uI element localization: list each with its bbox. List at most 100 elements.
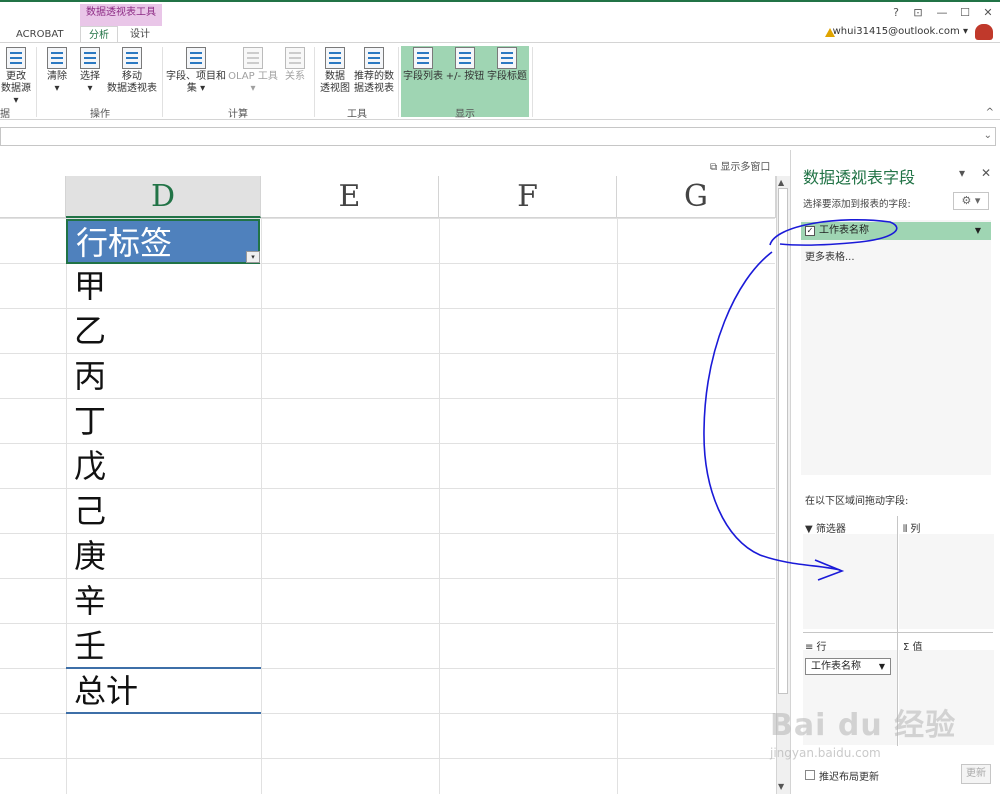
columns-label: ⫴ 列 — [903, 524, 921, 535]
fields-items-sets-button[interactable]: 字段、项目和 集 ▾ — [166, 47, 226, 95]
change-data-source-button[interactable]: 更改 数据源 ▾ — [0, 47, 32, 107]
gear-icon[interactable]: ⚙ ▾ — [953, 192, 989, 210]
column-header-e[interactable]: E — [261, 176, 439, 218]
avatar[interactable] — [975, 24, 993, 40]
ribbon-display-button[interactable]: ⊡ — [908, 6, 928, 19]
expand-formula-icon[interactable]: ⌄ — [984, 130, 992, 141]
pivot-item-cell[interactable]: 庚 — [66, 534, 260, 579]
column-header-g[interactable]: G — [617, 176, 776, 218]
pivot-item-cell[interactable]: 戊 — [66, 444, 260, 489]
pivot-item-cell[interactable]: 丁 — [66, 399, 260, 444]
worksheet-grid[interactable]: ⧉ 显示多窗口 D E F G 行标签 ▾ 甲 乙 丙 丁 戊 己 庚 辛 壬 … — [0, 154, 790, 794]
pivot-item-cell[interactable]: 己 — [66, 489, 260, 534]
move-pivot-button[interactable]: 移动 数据透视表 — [106, 47, 158, 95]
group-label-show: 显示 — [455, 109, 475, 120]
total-underline — [66, 712, 261, 714]
group-label-actions: 操作 — [90, 109, 110, 120]
group-label-tools: 工具 — [347, 109, 367, 120]
minimize-button[interactable]: — — [932, 6, 952, 19]
pivot-row-labels-cell[interactable]: 行标签 — [66, 219, 260, 264]
row-chip-label: 工作表名称 — [811, 661, 861, 672]
select-button[interactable]: 选择 ▾ — [76, 47, 104, 95]
pane-subtitle: 选择要添加到报表的字段: — [803, 199, 911, 210]
drag-fields-title: 在以下区域间拖动字段: — [805, 496, 909, 507]
row-labels-filter-icon[interactable]: ▾ — [246, 251, 260, 263]
update-button[interactable]: 更新 — [961, 764, 991, 784]
grid-row-line — [0, 758, 775, 759]
close-button[interactable]: ✕ — [978, 6, 998, 19]
olap-icon — [243, 47, 263, 69]
relationships-button[interactable]: 关系 — [280, 47, 310, 83]
field-headers-button[interactable]: 字段标题 — [486, 47, 528, 83]
group-label-calculations: 计算 — [228, 109, 248, 120]
recommended-pivot-button[interactable]: 推荐的数 据透视表 — [352, 47, 396, 95]
pivot-tools-context-label: 数据透视表工具 — [80, 4, 162, 22]
plus-minus-buttons-button[interactable]: +/- 按钮 — [444, 47, 486, 83]
ribbon: 更改 数据源 ▾ 据 清除 ▾ 选择 ▾ 移动 数据透视表 操作 字段、项目和 … — [0, 42, 1000, 120]
show-multiple-windows-button[interactable]: ⧉ 显示多窗口 — [710, 158, 770, 173]
row-field-chip[interactable]: 工作表名称 ▼ — [805, 658, 891, 675]
grid-column-line — [617, 218, 618, 794]
field-headers-icon — [497, 47, 517, 69]
formula-fx-icon — [186, 47, 206, 69]
pane-options-icon[interactable]: ▾ — [959, 166, 965, 180]
move-icon — [122, 47, 142, 69]
chevron-down-icon[interactable]: ▼ — [879, 659, 885, 674]
olap-tools-button[interactable]: OLAP 工具 ▾ — [228, 47, 278, 95]
field-dropdown-icon[interactable]: ▼ — [975, 222, 981, 240]
column-header-c[interactable] — [0, 176, 66, 218]
column-header-f[interactable]: F — [439, 176, 617, 218]
group-separator — [314, 47, 315, 117]
pivot-item-cell[interactable]: 乙 — [66, 309, 260, 354]
field-list-icon — [413, 47, 433, 69]
scroll-up-icon[interactable]: ▲ — [778, 178, 784, 187]
pivot-item-cell[interactable]: 甲 — [66, 264, 260, 309]
more-tables-link[interactable]: 更多表格... — [805, 248, 855, 263]
area-divider — [803, 632, 993, 633]
group-separator — [398, 47, 399, 117]
account-name[interactable]: whui31415@outlook.com ▾ — [833, 26, 968, 37]
plus-minus-icon — [455, 47, 475, 69]
columns-area[interactable] — [899, 534, 994, 629]
filters-area[interactable] — [803, 534, 898, 629]
pane-title: 数据透视表字段 — [803, 168, 916, 187]
values-label: Σ 值 — [903, 642, 923, 653]
help-button[interactable]: ? — [886, 6, 906, 19]
scroll-down-icon[interactable]: ▼ — [778, 782, 784, 791]
group-separator — [36, 47, 37, 117]
field-list-button[interactable]: 字段列表 — [402, 47, 444, 83]
scrollbar-thumb[interactable] — [778, 188, 788, 694]
chart-icon — [325, 47, 345, 69]
group-label-data: 据 — [0, 109, 10, 120]
pivot-chart-button[interactable]: 数据 透视图 — [318, 47, 352, 95]
close-icon[interactable]: ✕ — [981, 166, 991, 180]
field-checkbox[interactable]: ✓ — [805, 226, 815, 236]
rows-label: ≡ 行 — [805, 642, 827, 653]
eraser-icon — [47, 47, 67, 69]
defer-update-checkbox[interactable] — [805, 770, 815, 780]
field-label: 工作表名称 — [819, 225, 869, 236]
formula-bar: ⌄ — [0, 126, 1000, 148]
defer-update-label: 推迟布局更新 — [819, 772, 879, 783]
maximize-button[interactable]: ☐ — [955, 6, 975, 19]
grid-column-line — [261, 218, 262, 794]
baidu-watermark-url: jingyan.baidu.com — [770, 746, 881, 760]
title-bar: 数据透视表工具 ACROBAT 分析 设计 ? ⊡ — ☐ ✕ whui3141… — [0, 0, 1000, 44]
grid-column-line — [439, 218, 440, 794]
pivot-fields-pane: 数据透视表字段 ▾ ✕ 选择要添加到报表的字段: ⚙ ▾ ✓ 工作表名称 ▼ 更… — [790, 150, 1000, 794]
relationships-icon — [285, 47, 305, 69]
baidu-watermark-logo: Bai du 经验 — [770, 708, 957, 743]
filters-label: ▼ 筛选器 — [805, 524, 846, 535]
recommended-icon — [364, 47, 384, 69]
pivot-item-cell[interactable]: 辛 — [66, 579, 260, 624]
collapse-ribbon-icon[interactable]: ^ — [986, 107, 994, 118]
clear-button[interactable]: 清除 ▾ — [42, 47, 72, 95]
column-header-d[interactable]: D — [66, 176, 261, 218]
pivot-grand-total-cell[interactable]: 总计 — [66, 669, 260, 714]
formula-input[interactable] — [0, 127, 996, 146]
pivot-item-cell[interactable]: 壬 — [66, 624, 260, 669]
field-item-worksheet-name[interactable]: ✓ 工作表名称 ▼ — [801, 222, 991, 240]
pivot-item-cell[interactable]: 丙 — [66, 354, 260, 399]
group-separator — [532, 47, 533, 117]
data-source-icon — [6, 47, 26, 69]
